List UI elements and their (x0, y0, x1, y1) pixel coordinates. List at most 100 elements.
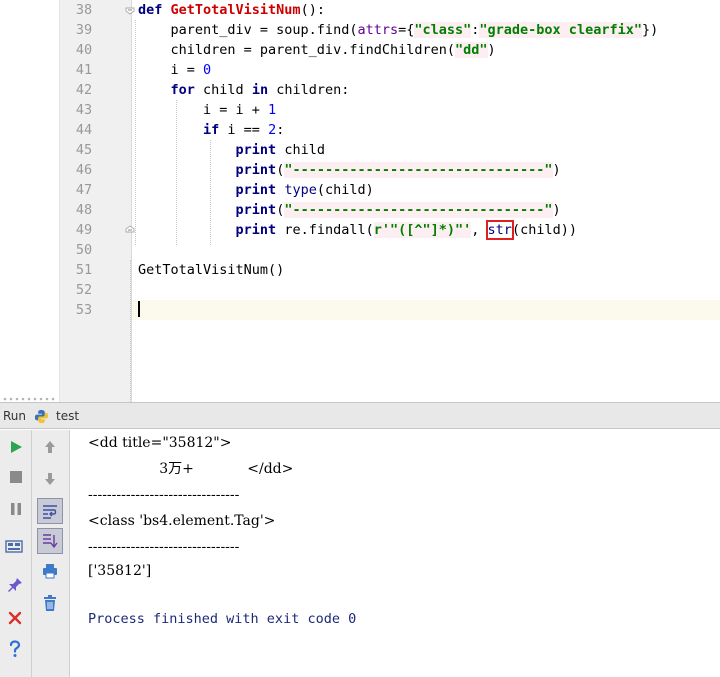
code-token: "grade-box clearfix" (479, 22, 642, 38)
line-number: 48 (75, 202, 93, 218)
code-token: ) (552, 162, 561, 178)
code-token: i == (219, 122, 269, 138)
line-number: 39 (75, 22, 93, 38)
code-text: children = parent_div.findChildren("dd") (138, 40, 496, 60)
code-token: i = (138, 62, 204, 78)
print-icon (43, 564, 57, 579)
console-output[interactable]: <dd title="35812"> 3万+ </dd> ------------… (70, 430, 720, 677)
code-line[interactable]: 38 def GetTotalVisitNum(): (0, 0, 720, 20)
scroll-to-end-toggle[interactable] (37, 528, 63, 554)
code-line[interactable]: 42 for child in children: (0, 80, 720, 100)
arrow-up-icon (45, 441, 55, 453)
code-line[interactable]: 46 print("------------------------------… (0, 160, 720, 180)
play-icon (11, 441, 22, 453)
code-text: print type(child) (138, 180, 374, 200)
code-editor[interactable]: 38 def GetTotalVisitNum(): 39 parent_div =… (0, 0, 720, 402)
help-icon (9, 640, 21, 657)
code-line[interactable]: 44 if i == 2: (0, 120, 720, 140)
code-token: print (235, 162, 277, 178)
line-number: 41 (75, 62, 93, 78)
code-token: 1 (268, 102, 277, 118)
code-token: (child)) (511, 222, 577, 238)
down-stack-button[interactable] (37, 466, 63, 492)
text-caret (138, 301, 140, 317)
code-token: "class" (414, 22, 472, 38)
pause-icon (11, 503, 21, 515)
code-line[interactable]: 43 i = i + 1 (0, 100, 720, 120)
code-line[interactable]: 53 (0, 300, 720, 320)
code-text: print child (138, 140, 325, 160)
code-token: (child) (316, 182, 374, 198)
run-toolbar-secondary (32, 430, 70, 677)
code-text: parent_div = soup.find(attrs={"class":"g… (138, 20, 658, 40)
code-line[interactable]: 47 print type(child) (0, 180, 720, 200)
help-button[interactable] (2, 636, 28, 662)
print-button[interactable] (37, 558, 63, 584)
fold-marker-icon[interactable] (125, 225, 135, 235)
code-line[interactable]: 49 print re.findall(r'"([^"]*)"', str(ch… (0, 220, 720, 240)
rerun-button[interactable] (3, 434, 29, 460)
code-token: child (194, 82, 252, 98)
pin-tab-button[interactable] (2, 572, 28, 598)
console-line: ['35812'] (88, 563, 152, 579)
console-line: 3万+ </dd> (88, 461, 294, 477)
console-line: -------------------------------- (88, 539, 240, 555)
code-text: print("-------------------------------") (138, 200, 561, 220)
layout-icon (5, 540, 23, 553)
code-line[interactable]: 51 GetTotalVisitNum() (0, 260, 720, 280)
code-token: ) (552, 202, 561, 218)
line-number: 46 (75, 162, 93, 178)
code-token: type (284, 182, 317, 198)
resize-grip-icon[interactable] (0, 381, 60, 403)
soft-wrap-toggle[interactable] (37, 498, 63, 524)
code-token: children: (268, 82, 350, 98)
code-token: if (203, 122, 220, 138)
code-token: ) (487, 42, 496, 58)
code-line[interactable]: 52 (0, 280, 720, 300)
line-number: 45 (75, 142, 93, 158)
trash-icon (44, 595, 56, 611)
code-token: "-------------------------------" (284, 202, 553, 218)
console-line: <dd title="35812"> (88, 435, 232, 451)
run-toolbar-primary (0, 430, 32, 677)
code-text (138, 300, 140, 320)
line-number: 47 (75, 182, 93, 198)
code-token: "dd" (454, 42, 488, 58)
stop-button[interactable] (3, 464, 29, 490)
code-line[interactable]: 40 children = parent_div.findChildren("d… (0, 40, 720, 60)
line-number: 38 (75, 2, 93, 18)
code-line[interactable]: 39 parent_div = soup.find(attrs={"class"… (0, 20, 720, 40)
code-token: : (276, 122, 285, 138)
line-number: 44 (75, 122, 93, 138)
clear-all-button[interactable] (37, 590, 63, 616)
code-token: attrs (357, 22, 399, 38)
close-button[interactable] (2, 605, 28, 631)
code-token: print (235, 202, 277, 218)
restore-layout-button[interactable] (1, 534, 27, 560)
console-line: -------------------------------- (88, 487, 240, 503)
code-text: for child in children: (138, 80, 350, 100)
pause-button[interactable] (3, 496, 29, 522)
run-config-name[interactable]: test (56, 409, 79, 423)
line-number: 52 (75, 282, 93, 298)
code-line[interactable]: 41 i = 0 (0, 60, 720, 80)
code-text: GetTotalVisitNum() (138, 260, 284, 280)
code-token: print (235, 142, 277, 158)
fold-marker-icon[interactable] (125, 5, 135, 15)
up-stack-button[interactable] (37, 434, 63, 460)
code-token: parent_div = soup.find( (138, 22, 358, 38)
line-number: 40 (75, 42, 93, 58)
code-line[interactable]: 45 print child (0, 140, 720, 160)
line-number: 42 (75, 82, 93, 98)
code-line[interactable]: 48 print("------------------------------… (0, 200, 720, 220)
code-token: 0 (203, 62, 212, 78)
code-line[interactable]: 50 (0, 240, 720, 260)
run-tab-label[interactable]: Run (3, 409, 26, 423)
